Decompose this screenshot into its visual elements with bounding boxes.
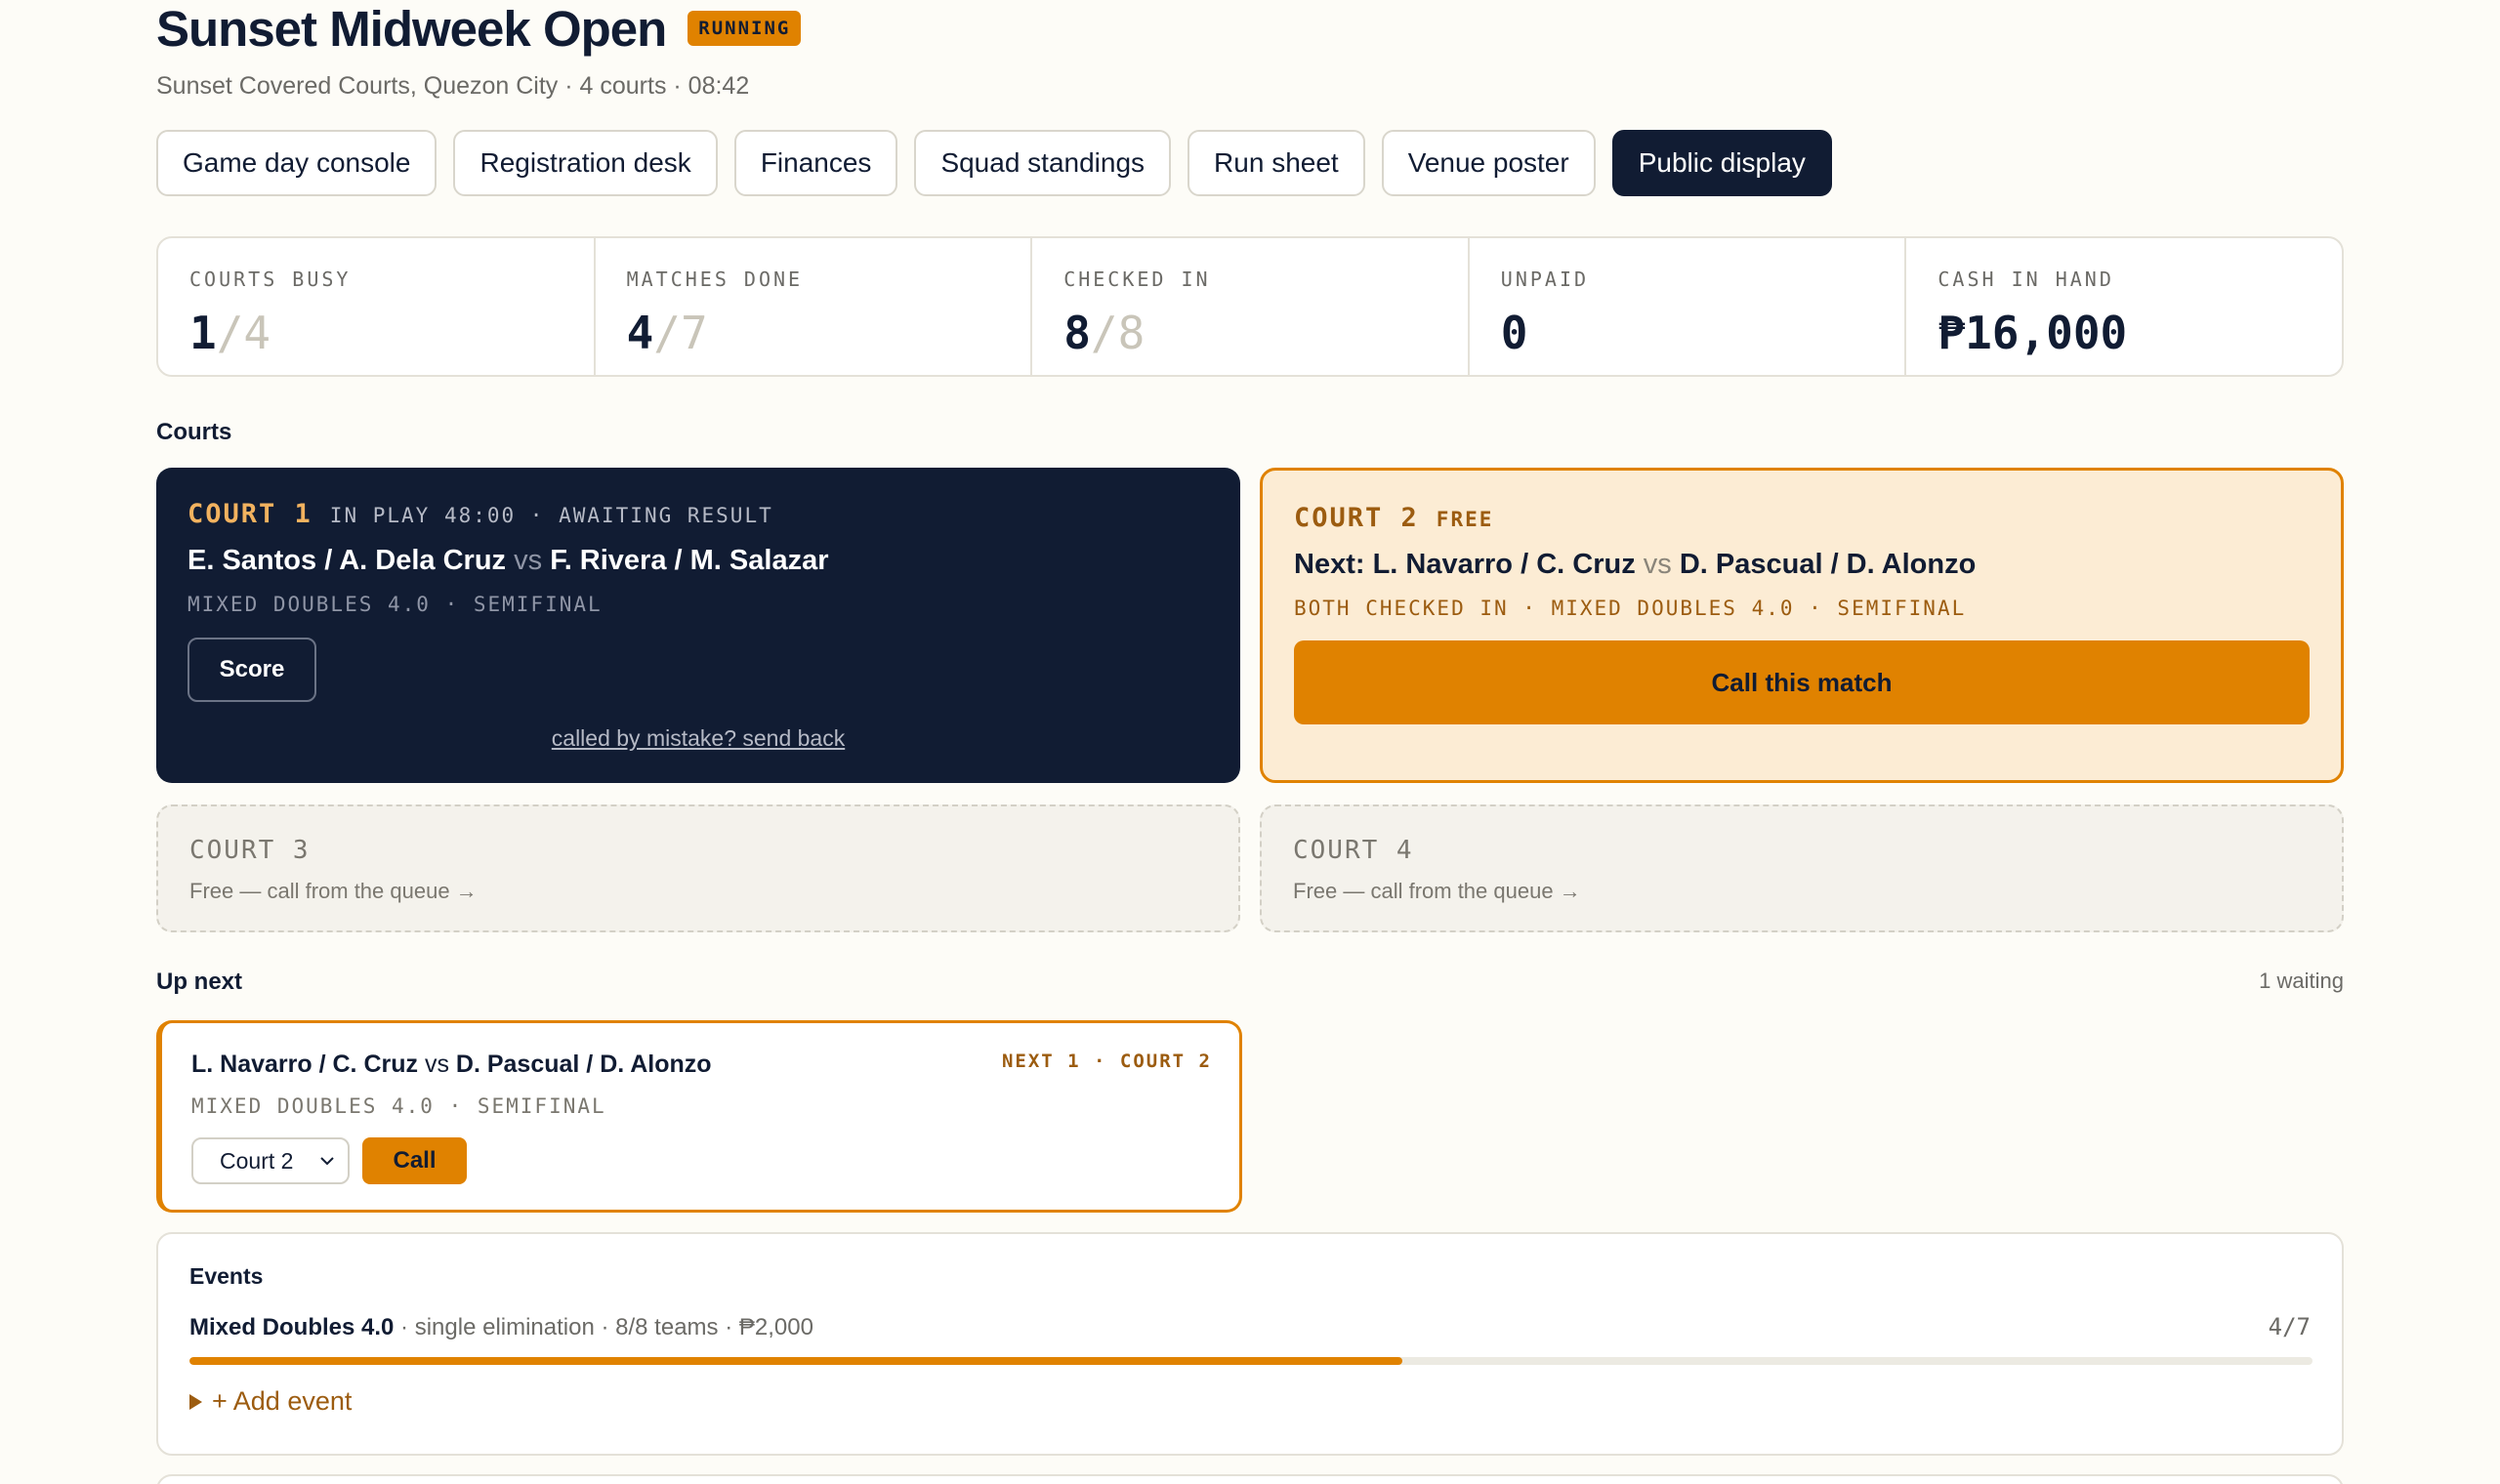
add-event-toggle[interactable]: + Add event <box>189 1386 2311 1417</box>
stat-number: 1 <box>189 307 217 359</box>
queue-tag: NEXT 1 · COURT 2 <box>1001 1051 1212 1072</box>
tab-bar: Game day console Registration desk Finan… <box>156 130 1832 196</box>
court-name: COURT 1 <box>188 499 312 529</box>
tab-run-sheet[interactable]: Run sheet <box>1188 130 1365 196</box>
team-a: E. Santos / A. Dela Cruz <box>188 545 507 576</box>
call-button[interactable]: Call <box>362 1137 467 1184</box>
stat-label: COURTS BUSY <box>189 268 352 291</box>
stat-number: 4 <box>626 307 654 359</box>
tab-squad-standings[interactable]: Squad standings <box>914 130 1172 196</box>
court-status: IN PLAY 48:00 · AWAITING RESULT <box>329 504 773 527</box>
stat-total: /7 <box>653 307 708 359</box>
add-event-label: + Add event <box>212 1386 353 1416</box>
vs-label: vs <box>1643 549 1672 580</box>
stat-number: 0 <box>1500 307 1528 359</box>
courts-heading: Courts <box>156 419 232 445</box>
event-count: 4/7 <box>2268 1313 2311 1340</box>
court-card-1: COURT 1 IN PLAY 48:00 · AWAITING RESULT … <box>156 468 1240 783</box>
event-progress-bar <box>189 1357 2312 1365</box>
score-button[interactable]: Score <box>188 638 316 702</box>
events-panel: Events Mixed Doubles 4.0 · single elimin… <box>156 1232 2344 1456</box>
stat-label: UNPAID <box>1500 268 1590 291</box>
queue-meta: MIXED DOUBLES 4.0 · SEMIFINAL <box>191 1094 606 1118</box>
page-header: Sunset Midweek Open RUNNING <box>156 0 802 57</box>
send-back-link[interactable]: called by mistake? send back <box>156 725 1240 752</box>
event-name: Mixed Doubles 4.0 <box>189 1314 395 1340</box>
next-match-teams: Next: L. Navarro / C. Cruz vs D. Pascual… <box>1294 549 2310 581</box>
event-row[interactable]: Mixed Doubles 4.0 · single elimination ·… <box>189 1313 2311 1341</box>
court-status: FREE <box>1436 508 1494 531</box>
court-select[interactable]: Court 2 <box>191 1137 350 1184</box>
court-card-4[interactable]: COURT 4 Free — call from the queue → <box>1260 804 2344 932</box>
event-progress-fill <box>189 1357 1403 1365</box>
stat-label: CHECKED IN <box>1063 268 1211 291</box>
stat-total: /4 <box>216 307 271 359</box>
call-match-button[interactable]: Call this match <box>1294 640 2310 724</box>
queue-item: L. Navarro / C. Cruz vs D. Pascual / D. … <box>156 1020 1242 1213</box>
tab-venue-poster[interactable]: Venue poster <box>1381 130 1596 196</box>
tab-game-day-console[interactable]: Game day console <box>156 130 438 196</box>
court-select-value: Court 2 <box>220 1147 294 1174</box>
stat-value: 8/8 <box>1063 307 1468 359</box>
team-b: D. Pascual / D. Alonzo <box>1679 549 1977 580</box>
stat-matches-done: MATCHES DONE 4/7 <box>596 238 1033 375</box>
next-prefix: Next: <box>1294 549 1365 580</box>
stat-total: /8 <box>1090 307 1146 359</box>
team-b: F. Rivera / M. Salazar <box>550 545 829 576</box>
status-badge: RUNNING <box>688 11 802 46</box>
team-a: L. Navarro / C. Cruz <box>191 1051 418 1078</box>
next-panel-edge <box>156 1474 2344 1484</box>
disclosure-triangle-icon <box>189 1393 202 1410</box>
event-details: · single elimination · 8/8 teams · ₱2,00… <box>394 1314 813 1340</box>
stat-cash-in-hand: CASH IN HAND ₱16,000 <box>1906 238 2342 375</box>
stat-value: ₱16,000 <box>1938 307 2342 359</box>
court-card-3[interactable]: COURT 3 Free — call from the queue → <box>156 804 1240 932</box>
page-title: Sunset Midweek Open <box>156 0 667 57</box>
up-next-heading: Up next <box>156 969 243 995</box>
stat-number: ₱16,000 <box>1938 307 2128 359</box>
stat-unpaid: UNPAID 0 <box>1470 238 1907 375</box>
waiting-count: 1 waiting <box>2259 969 2344 993</box>
match-meta: BOTH CHECKED IN · MIXED DOUBLES 4.0 · SE… <box>1294 597 1967 620</box>
stat-label: CASH IN HAND <box>1938 268 2114 291</box>
chevron-down-icon <box>320 1157 334 1166</box>
tab-registration-desk[interactable]: Registration desk <box>453 130 718 196</box>
court-free-text: Free — call from the queue → <box>189 879 478 903</box>
court-name: COURT 3 <box>189 836 311 865</box>
stat-value: 4/7 <box>627 307 1031 359</box>
court-name: COURT 4 <box>1293 836 1414 865</box>
team-b: D. Pascual / D. Alonzo <box>455 1051 712 1078</box>
stat-checked-in: CHECKED IN 8/8 <box>1032 238 1470 375</box>
tab-finances[interactable]: Finances <box>733 130 898 196</box>
match-meta: MIXED DOUBLES 4.0 · SEMIFINAL <box>188 593 603 616</box>
stat-value: 0 <box>1501 307 1905 359</box>
stat-courts-busy: COURTS BUSY 1/4 <box>158 238 596 375</box>
stat-value: 1/4 <box>189 307 594 359</box>
team-a: L. Navarro / C. Cruz <box>1372 549 1636 580</box>
vs-label: vs <box>514 545 543 576</box>
vs-label: vs <box>424 1051 449 1078</box>
match-teams: E. Santos / A. Dela Cruz vs F. Rivera / … <box>188 545 1209 577</box>
events-heading: Events <box>189 1263 264 1289</box>
stat-number: 8 <box>1063 307 1091 359</box>
court-free-text: Free — call from the queue → <box>1293 879 1581 903</box>
tab-public-display[interactable]: Public display <box>1611 130 1832 196</box>
court-name: COURT 2 <box>1294 503 1419 533</box>
stat-label: MATCHES DONE <box>626 268 804 291</box>
page-subtitle: Sunset Covered Courts, Quezon City · 4 c… <box>156 72 750 100</box>
stats-bar: COURTS BUSY 1/4 MATCHES DONE 4/7 CHECKED… <box>156 236 2344 377</box>
court-card-2: COURT 2 FREE Next: L. Navarro / C. Cruz … <box>1260 468 2344 783</box>
